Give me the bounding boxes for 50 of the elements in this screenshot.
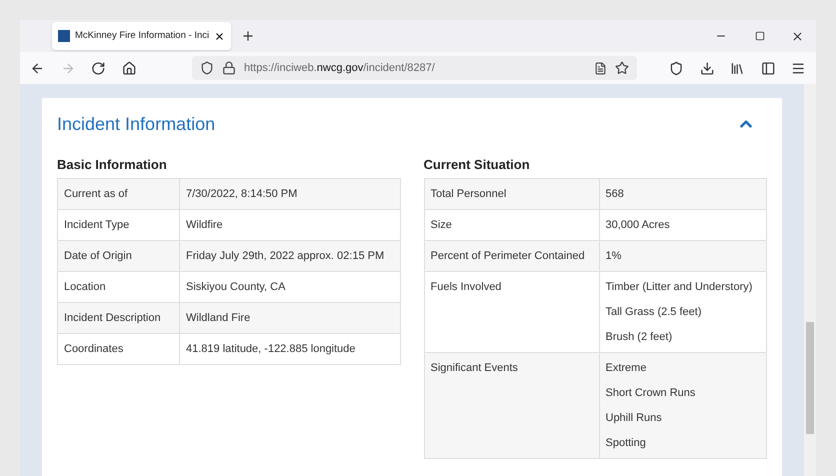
table-heading: Basic Information	[57, 156, 168, 171]
home-icon[interactable]	[122, 60, 136, 76]
reload-icon[interactable]	[91, 60, 106, 76]
table-cell-text: 568	[606, 187, 625, 201]
close-icon[interactable]	[214, 30, 226, 42]
table-cell: Fuels Involved	[430, 281, 502, 293]
table-cell: Incident Type	[64, 219, 130, 231]
library-icon[interactable]	[730, 60, 745, 76]
table-cell: Current as of	[64, 188, 128, 200]
table-cell-text: Timber (Litter and Understory)	[606, 280, 754, 294]
table-cell: Size	[430, 219, 452, 231]
table-cell-text: Tall Grass (2.5 feet)	[606, 305, 702, 319]
table-cell: Total Personnel	[430, 188, 506, 200]
table-cell: Percent of Perimeter Contained	[430, 250, 585, 262]
table-cell-text: 1%	[606, 249, 622, 263]
menu-icon[interactable]	[791, 60, 806, 76]
address-bar[interactable]: https://inciweb.nwcg.gov/incident/8287/	[192, 56, 638, 80]
bookmark-star-icon[interactable]	[615, 61, 630, 75]
table-cell-text: 7/30/2022, 8:14:50 PM	[186, 187, 298, 201]
table-cell: Coordinates	[64, 343, 124, 355]
table-cell-text: Uphill Runs	[606, 411, 663, 425]
table-cell-text: 30,000 Acres	[606, 218, 671, 232]
table-cell-text: Wildfire	[186, 218, 224, 232]
shield-icon[interactable]	[200, 61, 214, 75]
table-cell: Date of Origin	[64, 250, 132, 262]
table-cell-text: Siskiyou County, CA	[186, 280, 286, 294]
table-cell-text: 41.819 latitude, -122.885 longitude	[186, 342, 356, 356]
table-cell-text: Wildland Fire	[186, 311, 252, 325]
maximize-icon[interactable]	[755, 31, 765, 41]
sidebar-icon[interactable]	[760, 60, 776, 76]
scrollbar[interactable]	[804, 84, 816, 476]
browser-tab[interactable]: McKinney Fire Information - Inci	[52, 22, 232, 50]
table-cell-text: Brush (2 feet)	[606, 330, 674, 344]
download-icon[interactable]	[700, 60, 714, 76]
site-logo-icon	[58, 30, 70, 42]
table-cell-text: Friday July 29th, 2022 approx. 02:15 PM	[186, 249, 386, 263]
new-tab-icon[interactable]	[241, 29, 256, 43]
table-cell-text: Spotting	[606, 436, 647, 450]
section-title: Incident Information	[57, 112, 216, 136]
close-icon[interactable]	[791, 30, 804, 42]
table-heading: Current Situation	[424, 156, 531, 171]
scrollbar-thumb[interactable]	[806, 322, 814, 434]
table-cell-text: Extreme	[606, 361, 648, 375]
table-cell: Incident Description	[64, 312, 161, 324]
table-cell: Location	[64, 281, 106, 293]
table-cell-text: Short Crown Runs	[606, 386, 696, 400]
back-icon[interactable]	[30, 60, 44, 76]
table-cell: Significant Events	[430, 362, 518, 374]
reader-view-icon[interactable]	[594, 62, 608, 74]
lock-icon[interactable]	[222, 61, 236, 75]
